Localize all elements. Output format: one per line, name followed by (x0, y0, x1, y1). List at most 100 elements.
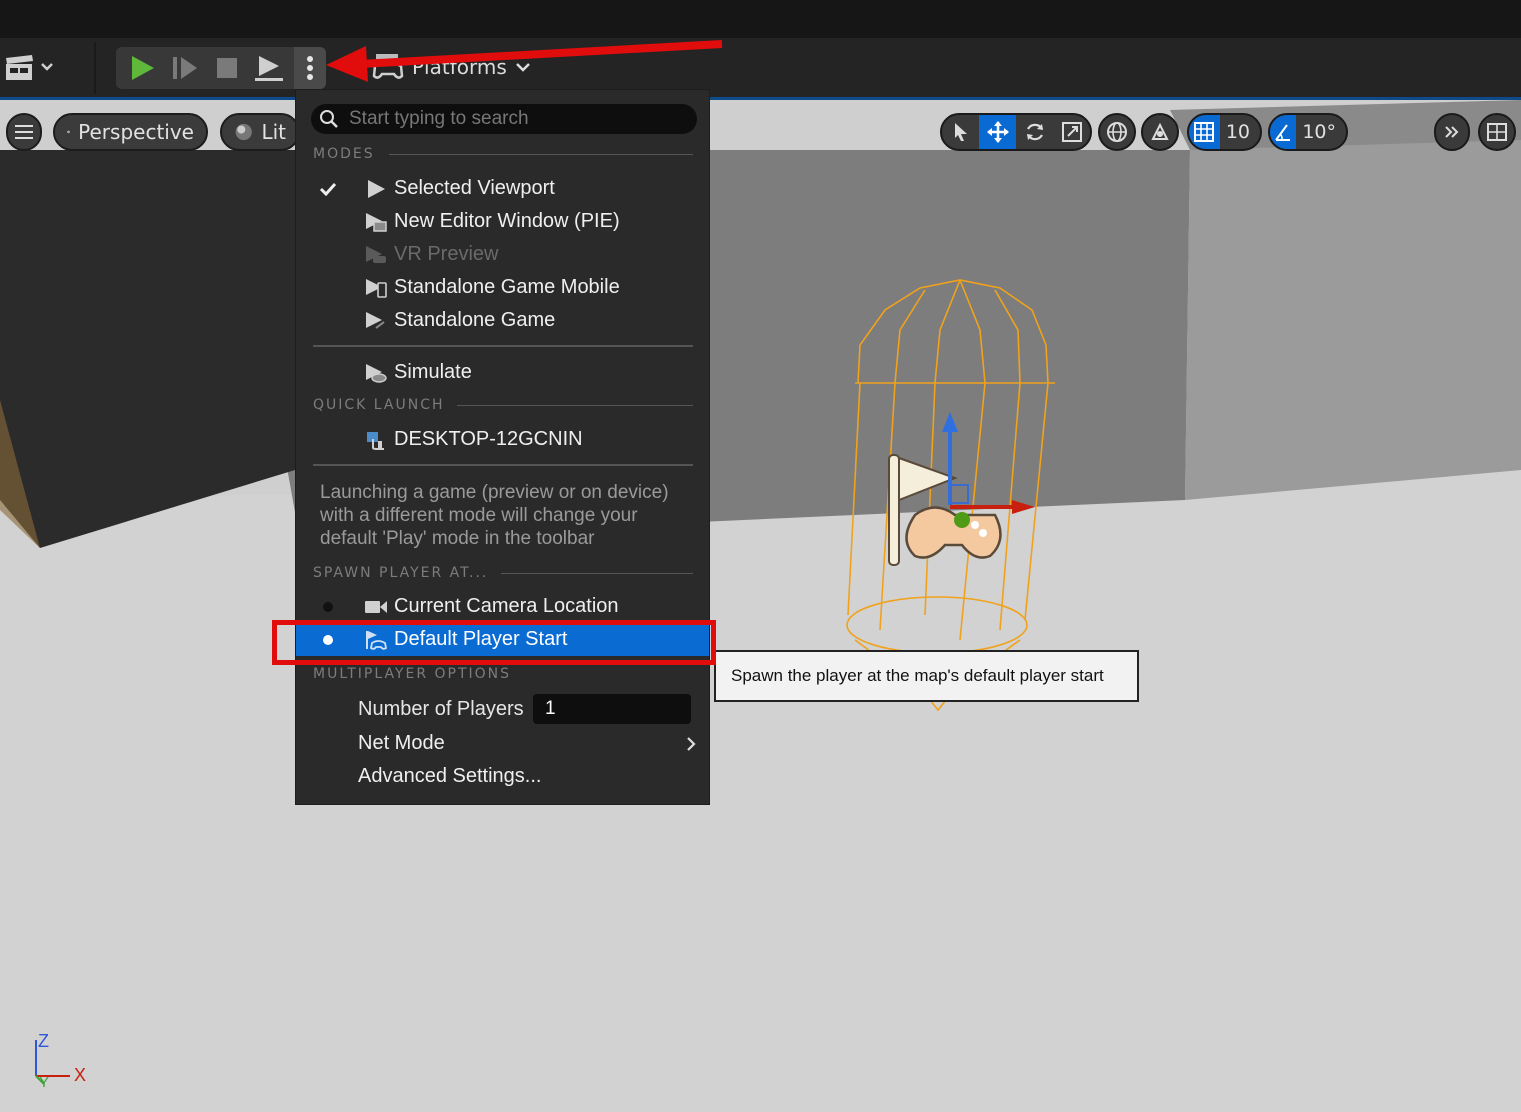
grid-snap-toggle[interactable] (1189, 115, 1220, 149)
menu-item-label: New Editor Window (PIE) (394, 210, 620, 232)
annotation-arrow (326, 40, 723, 82)
grid-snap-value[interactable]: 10 (1220, 115, 1260, 149)
mode-standalone-game[interactable]: Standalone Game (296, 304, 709, 337)
rotation-snap-value[interactable]: 10° (1296, 115, 1346, 149)
grid-icon (1194, 122, 1215, 142)
section-header-quick-launch: QUICK LAUNCH (313, 397, 445, 413)
frame-skip-icon (173, 57, 197, 79)
kebab-menu-icon (307, 56, 313, 80)
lit-label: Lit (261, 120, 286, 144)
eject-button[interactable] (249, 47, 289, 89)
number-of-players-label: Number of Players (358, 697, 524, 720)
standalone-game-icon (366, 311, 385, 329)
rotate-mode-button[interactable] (1016, 115, 1053, 149)
menu-item-label: DESKTOP-12GCNIN (394, 428, 583, 450)
viewport-options-button[interactable] (6, 113, 42, 151)
play-options-menu: MODES Selected Viewport New Editor Windo… (295, 89, 710, 805)
world-local-toggle[interactable] (1098, 113, 1136, 151)
number-of-players-input[interactable]: 1 (533, 694, 691, 724)
spawn-tooltip: Spawn the player at the map's default pl… (714, 650, 1139, 702)
section-title: SPAWN PLAYER AT... (313, 565, 489, 581)
rotation-snap-control[interactable]: 10° (1268, 113, 1348, 151)
radio-dot-icon (323, 601, 333, 612)
section-header-multiplayer: MULTIPLAYER OPTIONS (313, 666, 511, 682)
mobile-device-icon (366, 278, 387, 298)
advanced-settings-item[interactable]: Advanced Settings... (358, 761, 541, 791)
more-viewport-tools-button[interactable] (1434, 113, 1470, 151)
menu-item-label: VR Preview (394, 243, 499, 265)
stop-button[interactable] (207, 47, 247, 89)
rotate-icon (1026, 123, 1043, 141)
menu-item-label: Standalone Game (394, 309, 556, 331)
menu-item-label: Selected Viewport (394, 177, 555, 199)
scale-mode-button[interactable] (1053, 115, 1090, 149)
cursor-icon (954, 123, 967, 141)
menu-item-simulate[interactable]: Simulate (296, 356, 709, 389)
play-viewport-icon (368, 179, 385, 198)
unreal-device-icon (367, 431, 384, 450)
menu-item-label: Standalone Game Mobile (394, 276, 620, 298)
grid-snap-control[interactable]: 10 (1187, 113, 1262, 151)
net-mode-submenu[interactable]: Net Mode (358, 728, 708, 758)
cube-icon (67, 130, 70, 134)
scale-icon (1061, 122, 1082, 142)
menu-item-label: Simulate (394, 361, 472, 383)
section-header-spawn: SPAWN PLAYER AT... (313, 565, 488, 581)
eject-icon (255, 56, 283, 81)
frame-advance-button[interactable] (165, 47, 205, 89)
hamburger-menu-icon (15, 125, 33, 139)
cinematics-clapper-icon[interactable] (4, 52, 58, 84)
section-rule (457, 397, 693, 413)
double-chevron-right-icon (1445, 126, 1459, 138)
perspective-label: Perspective (78, 120, 194, 144)
annotation-highlight-box (272, 620, 716, 665)
angle-icon (1275, 124, 1291, 141)
chevron-right-icon (687, 737, 696, 751)
checkmark-icon (319, 182, 337, 196)
section-header-modes: MODES (313, 146, 375, 162)
section-title: MULTIPLAYER OPTIONS (313, 666, 512, 682)
section-rule (501, 565, 693, 581)
menu-search-box (311, 104, 697, 134)
globe-icon (1107, 122, 1127, 142)
title-bar (0, 0, 1521, 38)
menu-item-label: Current Camera Location (394, 595, 619, 617)
search-input[interactable] (349, 108, 679, 130)
perspective-button[interactable]: Perspective (53, 113, 208, 151)
rotation-snap-toggle[interactable] (1270, 115, 1297, 149)
mode-standalone-game-mobile[interactable]: Standalone Game Mobile (296, 271, 709, 304)
search-icon (320, 110, 338, 128)
play-button[interactable] (122, 47, 162, 89)
menu-item-label: Advanced Settings... (358, 764, 542, 787)
surface-snap-icon (1151, 122, 1169, 140)
level-viewport[interactable] (0, 0, 1521, 1112)
quick-launch-device[interactable]: DESKTOP-12GCNIN (296, 423, 709, 456)
mode-new-editor-window[interactable]: New Editor Window (PIE) (296, 205, 709, 238)
stop-icon (217, 58, 237, 78)
section-title: QUICK LAUNCH (313, 397, 445, 413)
menu-separator (313, 464, 693, 466)
launch-mode-note: Launching a game (preview or on device) … (320, 482, 669, 549)
axis-x-label: X (74, 1065, 87, 1085)
menu-item-label: Net Mode (358, 731, 445, 754)
play-icon (132, 56, 154, 80)
mode-selected-viewport[interactable]: Selected Viewport (296, 172, 709, 205)
viewport-layout-button[interactable] (1478, 113, 1516, 151)
axis-y-label: Y (39, 1074, 50, 1091)
simulate-icon (366, 363, 387, 383)
section-rule (389, 146, 693, 162)
move-arrows-icon (986, 121, 1009, 143)
new-window-icon (366, 212, 387, 232)
translate-mode-button[interactable] (979, 115, 1016, 149)
transform-tools (940, 113, 1092, 151)
lit-sphere-icon (235, 123, 252, 141)
view-mode-button[interactable]: Lit (220, 113, 300, 151)
layout-grid-icon (1487, 123, 1507, 141)
spawn-current-camera-location[interactable]: Current Camera Location (296, 590, 709, 623)
select-mode-button[interactable] (942, 115, 979, 149)
surface-snapping-toggle[interactable] (1141, 113, 1179, 151)
vr-headset-icon (366, 245, 386, 263)
axis-z-label: Z (38, 1031, 49, 1051)
section-title: MODES (313, 146, 375, 162)
toolbar-divider (94, 42, 96, 94)
